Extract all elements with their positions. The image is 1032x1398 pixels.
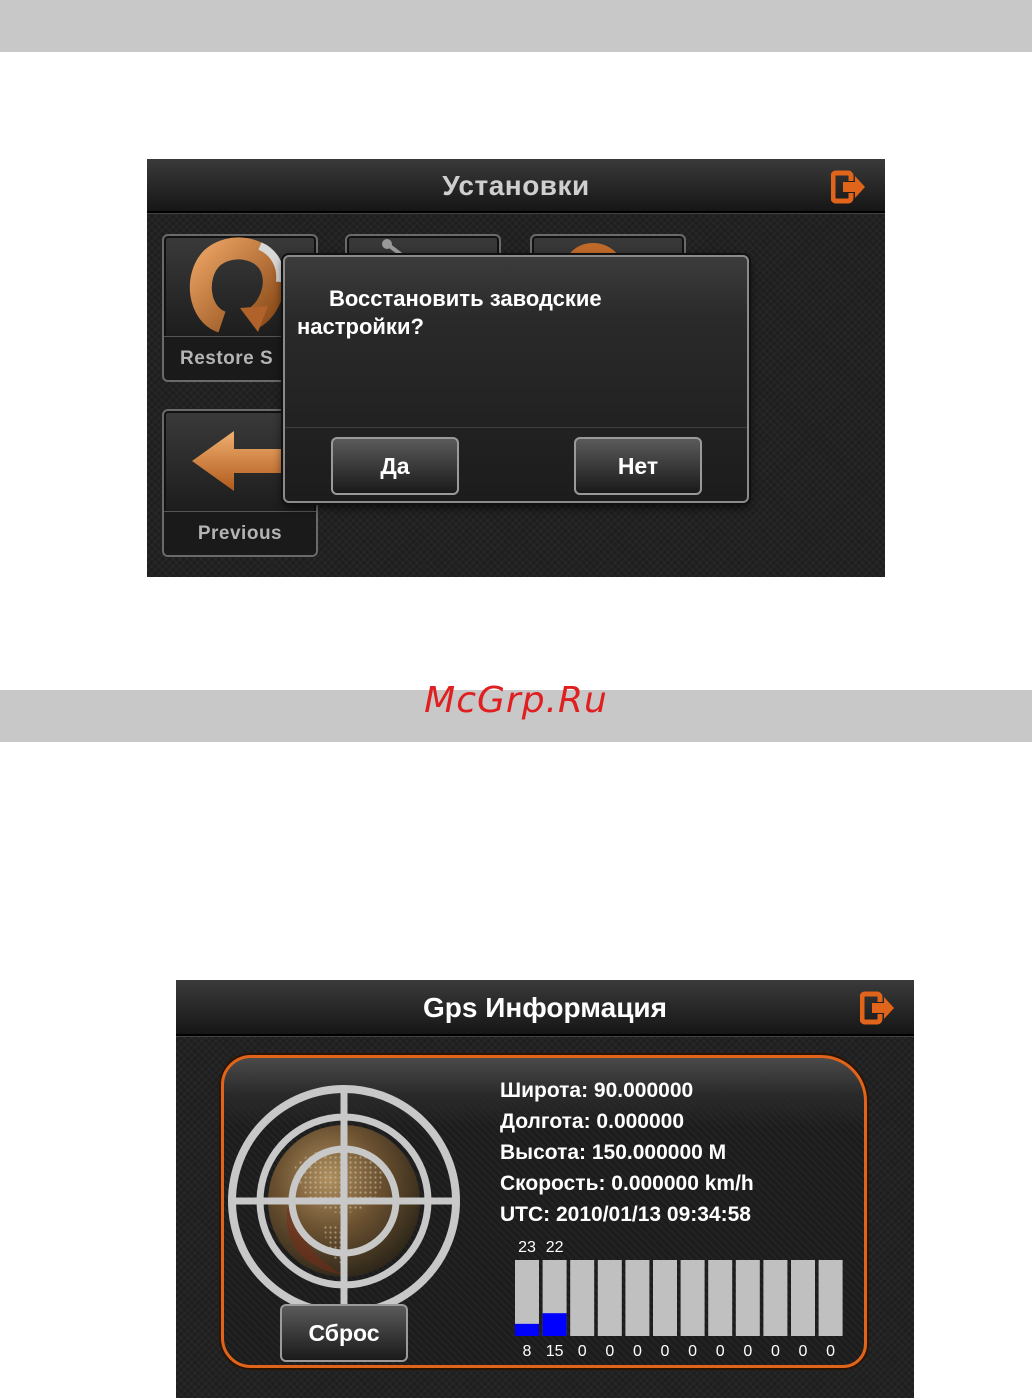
- satellite-signal-label: 0: [578, 1343, 587, 1360]
- satellite-bar: [625, 1260, 650, 1336]
- satellite-signal-label: 15: [546, 1343, 564, 1360]
- exit-button[interactable]: [859, 990, 896, 1026]
- satellite-signal-label: 0: [661, 1343, 670, 1360]
- restore-confirm-dialog: Восстановить заводские настройки? Да Нет: [283, 255, 749, 503]
- settings-screen: Установки Restore S Previous Восстановит…: [147, 159, 885, 577]
- satellite-bar: [735, 1260, 760, 1336]
- satellite-bar: [708, 1260, 733, 1336]
- satellite-signal-label: 0: [799, 1343, 808, 1360]
- satellite-id-label: 22: [546, 1239, 564, 1256]
- satellite-signal-fill: [542, 1313, 567, 1336]
- satellite-bar: [653, 1260, 677, 1336]
- yes-button[interactable]: Да: [331, 437, 459, 495]
- globe-icon: [228, 1085, 460, 1317]
- exit-button[interactable]: [830, 169, 867, 205]
- screen-title: Установки: [442, 170, 590, 201]
- dialog-message: Восстановить заводские настройки?: [297, 286, 602, 339]
- satellite-bar: [597, 1260, 622, 1336]
- utc-text: UTC: 2010/01/13 09:34:58: [500, 1203, 751, 1226]
- longitude-text: Долгота: 0.000000: [500, 1110, 685, 1133]
- satellite-signal-label: 0: [771, 1343, 780, 1360]
- divider: [285, 427, 747, 428]
- exit-icon: [830, 170, 865, 204]
- satellite-signal-label: 8: [523, 1343, 532, 1360]
- tile-label: Previous: [164, 511, 316, 555]
- gps-panel: Широта: 90.000000 Долгота: 0.000000 Высо…: [221, 1055, 867, 1368]
- reset-button[interactable]: Сброс: [280, 1304, 408, 1362]
- altitude-text: Высота: 150.000000 M: [500, 1141, 727, 1164]
- exit-icon: [859, 991, 894, 1025]
- satellite-signal-label: 0: [743, 1343, 752, 1360]
- satellite-signal-label: 0: [716, 1343, 725, 1360]
- no-button[interactable]: Нет: [574, 437, 702, 495]
- title-bar: Gps Информация: [176, 980, 914, 1036]
- satellite-signal-label: 0: [688, 1343, 697, 1360]
- satellite-bar: [570, 1260, 595, 1336]
- title-bar: Установки: [147, 159, 885, 213]
- watermark: McGrp.Ru: [424, 680, 608, 721]
- satellite-id-label: 23: [518, 1239, 536, 1256]
- satellite-signal-label: 0: [826, 1343, 835, 1360]
- satellite-signal-label: 0: [633, 1343, 642, 1360]
- satellite-bar: [763, 1260, 788, 1336]
- satellite-signal-fill: [515, 1323, 539, 1336]
- satellite-signal-chart: 8 23 15 22 0 0 0 0 0 0 0 0 0 0: [515, 1239, 843, 1360]
- satellite-bar: [791, 1260, 815, 1336]
- globe-crosshair: [228, 1085, 460, 1317]
- satellite-bar: [680, 1260, 705, 1336]
- latitude-text: Широта: 90.000000: [500, 1079, 694, 1102]
- satellite-bar: [818, 1260, 843, 1336]
- screen-title: Gps Информация: [423, 992, 667, 1023]
- page-header-band: [0, 0, 1032, 52]
- satellite-signal-label: 0: [605, 1343, 614, 1360]
- speed-text: Скорость: 0.000000 km/h: [500, 1172, 754, 1195]
- gps-readout: Широта: 90.000000 Долгота: 0.000000 Высо…: [500, 1075, 860, 1230]
- gps-info-screen: Gps Информация Широта: 90.000000 Долгота…: [176, 980, 914, 1398]
